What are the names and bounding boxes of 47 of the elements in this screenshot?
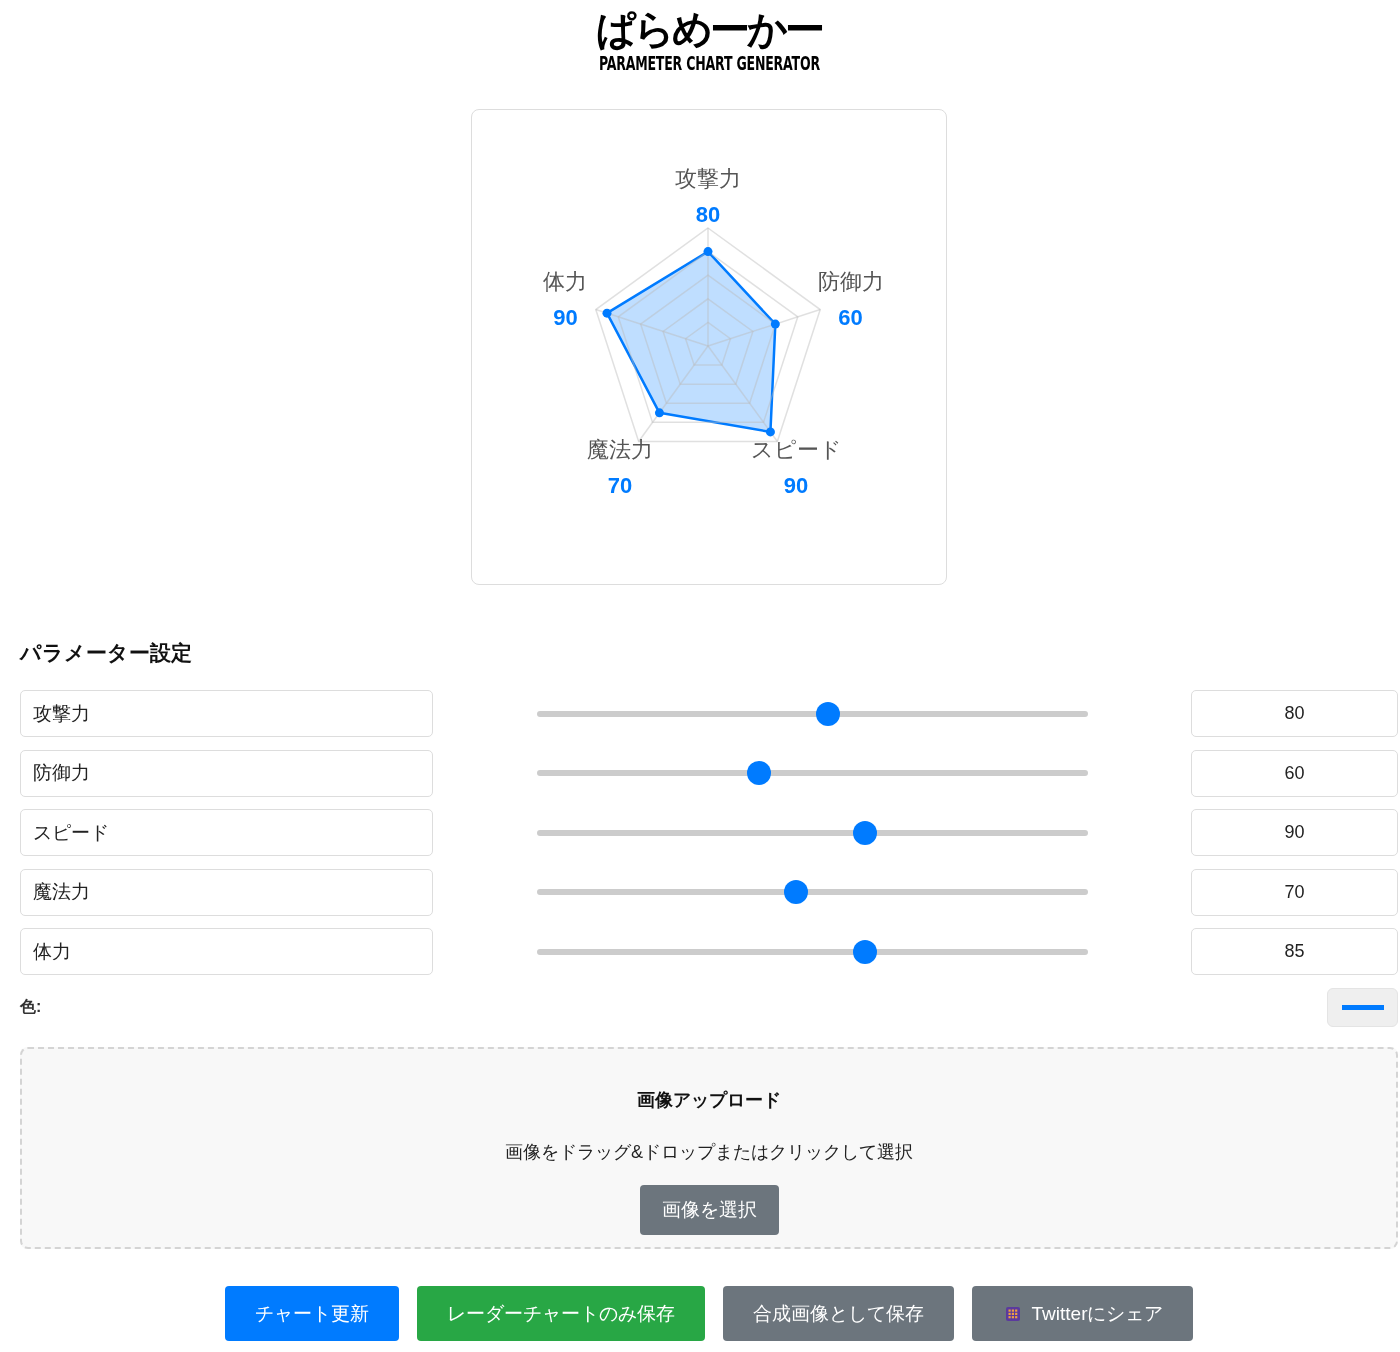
slider[interactable] <box>536 761 1088 785</box>
data-point <box>654 408 664 418</box>
share-button[interactable]: Twitterにシェア <box>971 1286 1194 1341</box>
label-field[interactable]: スピード <box>20 809 433 856</box>
label-field[interactable]: 体力 <box>20 928 433 975</box>
data-point <box>602 308 612 318</box>
label-field[interactable]: 攻撃力 <box>20 690 433 737</box>
upload-title: 画像アップロード <box>637 1090 781 1110</box>
value-field[interactable]: 80 <box>1191 690 1398 737</box>
label-field[interactable]: 魔法力 <box>20 868 433 916</box>
axis-value: 90 <box>553 305 578 331</box>
axis-label: 攻撃力 <box>675 165 741 191</box>
axis-value: 90 <box>783 472 809 498</box>
slider-thumb[interactable] <box>852 820 877 845</box>
section-heading: パラメーター設定 <box>20 640 192 666</box>
axis-value: 60 <box>838 305 863 331</box>
slider-thumb[interactable] <box>747 761 772 785</box>
select-image-button[interactable]: 画像を選択 <box>639 1185 779 1235</box>
slider[interactable] <box>536 880 1088 904</box>
slider[interactable] <box>536 939 1088 964</box>
logo-title: ぱらめーかー <box>596 6 822 52</box>
color-label: 色: <box>20 997 42 1017</box>
color-picker[interactable] <box>1327 988 1398 1027</box>
slider-thumb[interactable] <box>852 939 877 964</box>
slider-thumb[interactable] <box>815 701 840 726</box>
value-field[interactable]: 70 <box>1191 868 1398 916</box>
save-composite-button[interactable]: 合成画像として保存 <box>722 1286 954 1341</box>
data-point <box>765 427 775 437</box>
value-field[interactable]: 85 <box>1191 928 1398 975</box>
logo-subtitle: PARAMETER CHART GENERATOR <box>598 52 820 74</box>
axis-value: 70 <box>607 472 633 498</box>
label-field[interactable]: 防御力 <box>20 749 433 797</box>
slider[interactable] <box>536 701 1088 726</box>
axis-label: 魔法力 <box>586 436 653 462</box>
value-field[interactable]: 90 <box>1191 809 1398 856</box>
slider-thumb[interactable] <box>784 880 809 904</box>
axis-label: 防御力 <box>817 269 884 295</box>
update-chart-button[interactable]: チャート更新 <box>224 1286 399 1341</box>
upload-hint: 画像をドラッグ&ドロップまたはクリックして選択 <box>505 1142 913 1162</box>
value-field[interactable]: 60 <box>1191 749 1398 797</box>
axis-label: スピード <box>750 436 842 462</box>
upload-area[interactable]: 画像アップロード 画像をドラッグ&ドロップまたはクリックして選択 画像を選択 <box>20 1047 1398 1249</box>
slider[interactable] <box>536 820 1088 845</box>
data-point <box>770 319 780 329</box>
axis-value: 80 <box>695 201 721 227</box>
axis-label: 体力 <box>543 269 588 295</box>
data-point <box>703 247 713 257</box>
